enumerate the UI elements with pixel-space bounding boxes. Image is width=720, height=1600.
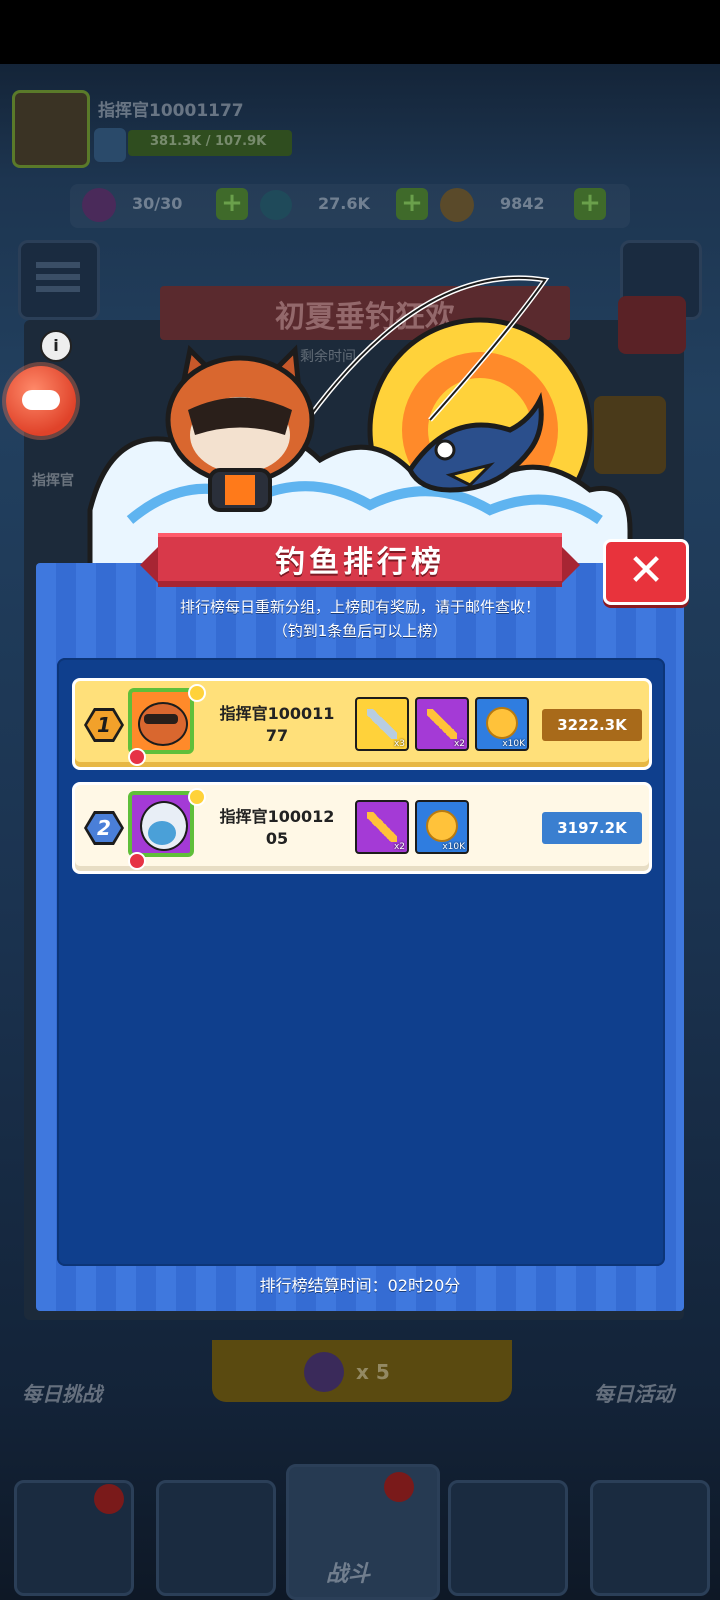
white-hair-avatar[interactable] (128, 791, 194, 857)
gold-key-icon[interactable]: x2 (415, 697, 469, 751)
info-text-2: （钓到1条鱼后可以上榜） (272, 622, 448, 640)
flower-icon (188, 788, 206, 806)
raccoon-avatar[interactable] (128, 688, 194, 754)
coin-icon[interactable]: x10K (415, 800, 469, 854)
dialog-title: 钓鱼排行榜 (275, 545, 445, 580)
close-icon: ✕ (627, 545, 665, 596)
gold-key-icon[interactable]: x2 (355, 800, 409, 854)
score-1: 3222.3K (542, 709, 642, 741)
flower-icon (188, 684, 206, 702)
flower-icon (128, 748, 146, 766)
coin-icon[interactable]: x10K (475, 697, 529, 751)
score-2: 3197.2K (542, 812, 642, 844)
player-name-1b: 77 (265, 726, 289, 745)
settlement-time: 排行榜结算时间：02时20分 (259, 1276, 461, 1295)
player-name-2b: 05 (265, 829, 289, 848)
player-name-1a: 指挥官100011 (219, 704, 335, 723)
flower-icon (128, 852, 146, 870)
silver-key-icon[interactable]: x3 (355, 697, 409, 751)
fishing-header-art (87, 275, 633, 570)
player-name-2a: 指挥官100012 (219, 807, 335, 826)
title-ribbon: 钓鱼排行榜 (140, 529, 580, 593)
raccoon-face-icon (138, 702, 188, 746)
info-text-1: 排行榜每日重新分组，上榜即有奖励，请于邮件查收！ (179, 598, 540, 616)
